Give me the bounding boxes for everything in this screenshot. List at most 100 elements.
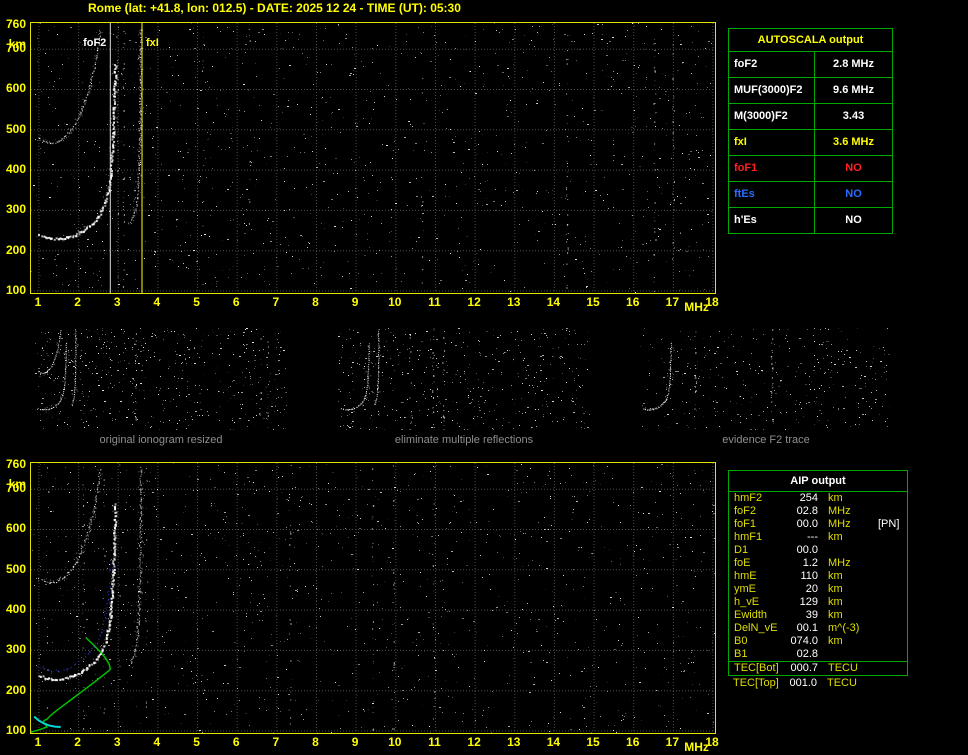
autoscala-row-value: 3.43 bbox=[842, 110, 865, 122]
aip-row-value: 254 bbox=[799, 492, 818, 504]
aip-row-unit: MHz bbox=[828, 518, 851, 530]
aip-row-label: hmE bbox=[734, 570, 757, 582]
aip-row-label: hmF1 bbox=[734, 531, 763, 543]
aip-row-value: 001.0 bbox=[789, 677, 817, 689]
y-tick-500: 500 bbox=[5, 561, 26, 576]
x-tick-3: 3 bbox=[113, 295, 121, 309]
aip-row-value: 00.0 bbox=[796, 518, 818, 530]
aip-row-foF1: foF1 00.0 MHz [PN] bbox=[729, 518, 907, 531]
y-tick-760: 760 bbox=[5, 457, 26, 471]
x-tick-8: 8 bbox=[312, 735, 319, 749]
thumb-eliminate-multiples-canvas bbox=[338, 328, 590, 430]
x-tick-14: 14 bbox=[546, 295, 561, 309]
aip-row-TEC[Top]: TEC[Top] 001.0 TECU bbox=[728, 677, 906, 690]
autoscala-row-label: foF2 bbox=[729, 52, 815, 77]
y-tick-200: 200 bbox=[5, 682, 26, 697]
aip-tec-top-row: TEC[Top] 001.0 TECU bbox=[728, 677, 906, 690]
x-tick-15: 15 bbox=[586, 295, 600, 309]
aip-row-unit: km bbox=[828, 570, 843, 582]
aip-row-unit: km bbox=[828, 635, 843, 647]
x-tick-15: 15 bbox=[586, 735, 600, 749]
x-tick-2: 2 bbox=[74, 295, 81, 309]
aip-row-unit: km bbox=[828, 583, 843, 595]
aip-row-value: 074.0 bbox=[790, 635, 818, 647]
thumbnail-caption-eliminate: eliminate multiple reflections bbox=[394, 434, 534, 446]
aip-row-unit: km bbox=[828, 531, 843, 543]
x-tick-7: 7 bbox=[272, 295, 280, 309]
aip-table-rows: hmF2 254 km foF2 02.8 MHz foF1 00.0 MHz [PN] hmF1 -… bbox=[729, 492, 907, 675]
aip-row-value: 20 bbox=[805, 583, 818, 595]
aip-row-D1: D1 00.0 bbox=[729, 544, 907, 557]
ionogram-profile-canvas bbox=[31, 463, 715, 733]
aip-row-h_vE: h_vE 129 km bbox=[729, 596, 907, 609]
aip-row-value: 110 bbox=[800, 570, 818, 582]
autoscala-table-rows: foF2 2.8 MHz MUF(3000)F2 9.6 MHz M(3000)F2 3.… bbox=[729, 52, 892, 233]
aip-row-unit: TECU bbox=[827, 677, 857, 689]
aip-row-value: 129 bbox=[799, 596, 818, 608]
aip-row-label: h_vE bbox=[734, 596, 760, 608]
y-tick-400: 400 bbox=[5, 162, 26, 177]
aip-row-B0: B0 074.0 km bbox=[729, 635, 907, 648]
x-tick-1: 1 bbox=[34, 735, 42, 749]
x-tick-17: 17 bbox=[665, 295, 680, 309]
y-tick-200: 200 bbox=[5, 242, 26, 257]
aip-row-foF2: foF2 02.8 MHz bbox=[729, 505, 907, 518]
x-tick-5: 5 bbox=[193, 735, 200, 749]
x-tick-13: 13 bbox=[507, 735, 521, 749]
y-tick-300: 300 bbox=[5, 642, 26, 657]
x-tick-16: 16 bbox=[626, 295, 640, 309]
aip-row-unit: km bbox=[828, 596, 843, 608]
marker-label-fxI: fxI bbox=[146, 37, 159, 49]
autoscala-row-foF2: foF2 2.8 MHz bbox=[729, 52, 892, 78]
y-tick-100: 100 bbox=[5, 722, 26, 737]
aip-row-unit bbox=[818, 544, 864, 557]
aip-row-label: foF2 bbox=[734, 505, 757, 517]
autoscala-row-MUF(3000)F2: MUF(3000)F2 9.6 MHz bbox=[729, 78, 892, 104]
aip-row-DelN_vE: DelN_vE 00.1 m^(-3) bbox=[729, 622, 907, 635]
x-tick-16: 16 bbox=[626, 735, 640, 749]
autoscala-row-fxI: fxI 3.6 MHz bbox=[729, 130, 892, 156]
autoscala-row-M(3000)F2: M(3000)F2 3.43 bbox=[729, 104, 892, 130]
x-tick-9: 9 bbox=[351, 295, 359, 309]
y-tick-100: 100 bbox=[5, 282, 26, 297]
aip-row-label: foE bbox=[734, 557, 751, 569]
thumbnail-caption-original: original ionogram resized bbox=[99, 434, 223, 446]
aip-row-TEC[Bot]: TEC[Bot] 000.7 TECU bbox=[729, 662, 907, 675]
y-axis-unit: km bbox=[8, 37, 26, 51]
thumbnail-eliminate-reflections bbox=[338, 328, 590, 430]
y-tick-760: 760 bbox=[5, 17, 26, 31]
autoscala-row-value: NO bbox=[845, 188, 862, 200]
x-tick-7: 7 bbox=[272, 735, 280, 749]
x-axis-unit: MHz bbox=[684, 740, 709, 754]
x-axis-unit: MHz bbox=[684, 300, 709, 314]
aip-row-unit: MHz bbox=[828, 505, 851, 517]
autoscala-row-h'Es: h'Es NO bbox=[729, 208, 892, 233]
aip-row-label: ymE bbox=[734, 583, 756, 595]
autoscala-window: Rome (lat: +41.8, lon: 012.5) - DATE: 20… bbox=[0, 0, 968, 755]
thumbnail-caption-evidence: evidence F2 trace bbox=[722, 434, 810, 446]
autoscala-row-foF1: foF1 NO bbox=[729, 156, 892, 182]
x-tick-5: 5 bbox=[193, 295, 200, 309]
autoscala-output-table: AUTOSCALA output foF2 2.8 MHz MUF(3000)F2 9… bbox=[728, 28, 893, 234]
thumbnail-original-ionogram bbox=[35, 328, 287, 430]
thumb-evidence-f2-canvas bbox=[640, 328, 890, 430]
aip-row-ymE: ymE 20 km bbox=[729, 583, 907, 596]
page-title: Rome (lat: +41.8, lon: 012.5) - DATE: 20… bbox=[88, 1, 461, 15]
aip-row-value: 00.0 bbox=[796, 544, 818, 556]
aip-row-value: 02.8 bbox=[796, 505, 818, 517]
x-tick-4: 4 bbox=[153, 295, 161, 309]
autoscala-row-value: 2.8 MHz bbox=[833, 58, 874, 70]
x-tick-6: 6 bbox=[232, 295, 240, 309]
autoscala-table-title: AUTOSCALA output bbox=[729, 29, 892, 52]
aip-row-unit: km bbox=[828, 492, 843, 504]
aip-row-value: 00.1 bbox=[796, 622, 818, 634]
y-tick-600: 600 bbox=[5, 521, 26, 536]
x-tick-10: 10 bbox=[388, 295, 402, 309]
aip-row-label: Ewidth bbox=[734, 609, 768, 621]
thumb-original-ionogram-canvas bbox=[35, 328, 287, 430]
aip-row-foE: foE 1.2 MHz bbox=[729, 557, 907, 570]
ionogram-scaled-canvas bbox=[31, 23, 715, 293]
aip-row-hmF1: hmF1 --- km bbox=[729, 531, 907, 544]
x-tick-11: 11 bbox=[428, 295, 441, 309]
x-tick-10: 10 bbox=[388, 735, 402, 749]
